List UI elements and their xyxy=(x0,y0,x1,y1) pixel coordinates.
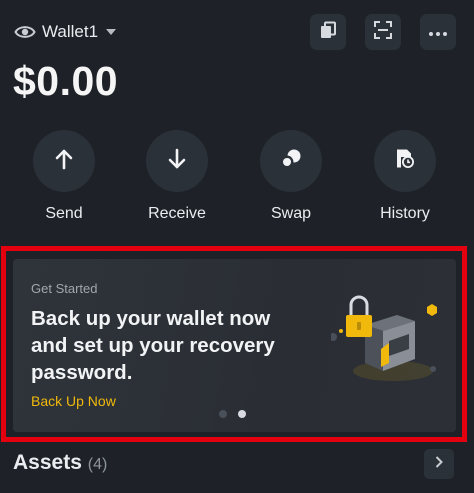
receive-label[interactable]: Receive xyxy=(148,205,206,223)
caret-down-icon[interactable] xyxy=(106,29,117,35)
swap-label[interactable]: Swap xyxy=(271,205,311,223)
swap-button[interactable] xyxy=(260,130,322,192)
eye-icon[interactable] xyxy=(14,24,36,40)
more-icon xyxy=(429,23,447,41)
send-action[interactable]: Send xyxy=(9,130,119,223)
assets-title: Assets (4) xyxy=(13,451,107,475)
swap-action[interactable]: Swap xyxy=(236,130,346,223)
top-bar: Wallet1 xyxy=(0,0,474,62)
assets-label: Assets xyxy=(13,451,82,474)
copy-icon xyxy=(319,21,337,44)
history-action[interactable]: History xyxy=(350,130,460,223)
wallet-name[interactable]: Wallet1 xyxy=(42,22,98,42)
receive-action[interactable]: Receive xyxy=(122,130,232,223)
swap-icon xyxy=(279,148,303,175)
balance-amount: $0.00 xyxy=(13,58,119,104)
send-label[interactable]: Send xyxy=(45,205,82,223)
chevron-right-icon xyxy=(435,455,443,473)
history-button[interactable] xyxy=(374,130,436,192)
arrow-down-icon xyxy=(167,148,187,175)
highlight-frame xyxy=(1,246,467,442)
scan-icon xyxy=(374,20,392,44)
copy-button[interactable] xyxy=(310,14,346,50)
history-label[interactable]: History xyxy=(380,205,430,223)
send-button[interactable] xyxy=(33,130,95,192)
wallet-selector[interactable]: Wallet1 xyxy=(14,20,117,44)
quick-actions: Send Receive Swap History xyxy=(0,130,474,230)
assets-count: (4) xyxy=(87,456,108,473)
scan-button[interactable] xyxy=(365,14,401,50)
assets-expand-button[interactable] xyxy=(424,449,454,479)
arrow-up-icon xyxy=(54,148,74,175)
assets-header[interactable]: Assets (4) xyxy=(0,445,474,485)
history-icon xyxy=(394,148,416,175)
receive-button[interactable] xyxy=(146,130,208,192)
more-button[interactable] xyxy=(420,14,456,50)
